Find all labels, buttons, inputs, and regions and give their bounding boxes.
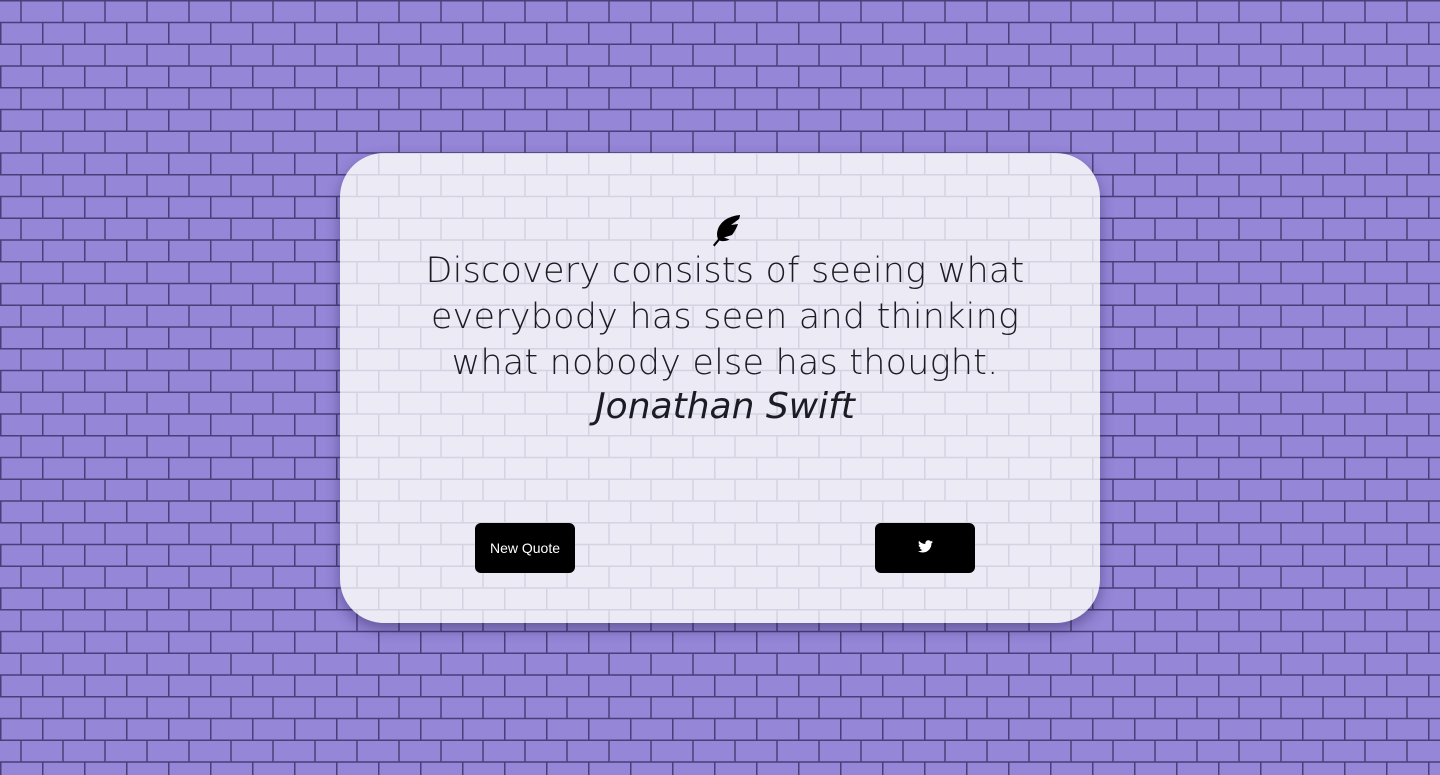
new-quote-button[interactable]: New Quote [475,523,575,573]
quote-author: Jonathan Swift [595,386,855,427]
twitter-icon [917,540,933,556]
quote-card: Discovery consists of seeing what everyb… [340,153,1100,623]
feather-icon [707,213,743,249]
quote-text: Discovery consists of seeing what everyb… [425,251,1025,383]
tweet-button[interactable] [875,523,975,573]
